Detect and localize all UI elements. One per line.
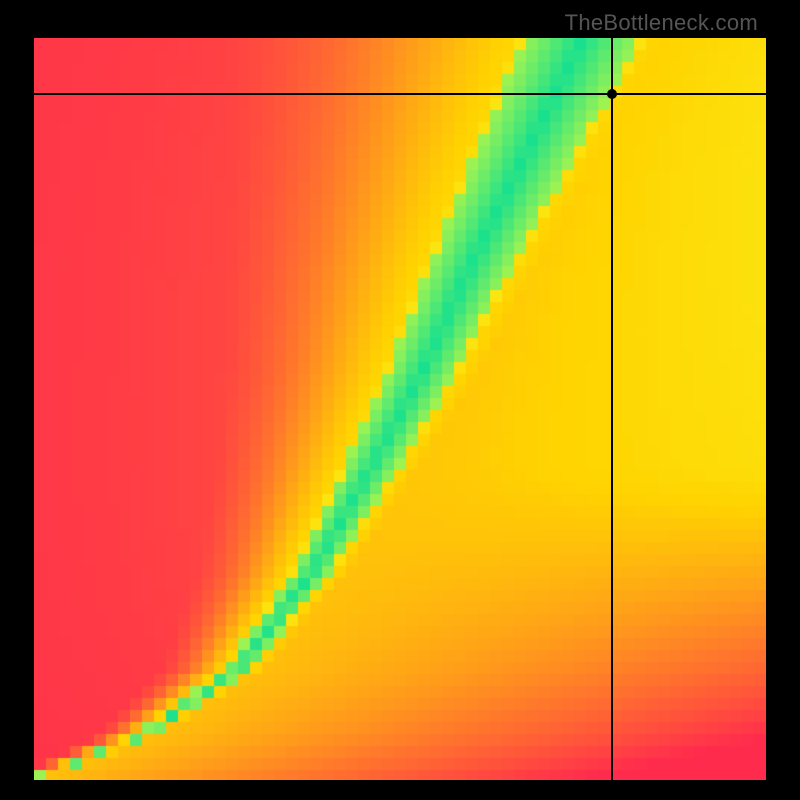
- heatmap-canvas: [34, 38, 766, 780]
- crosshair-vertical: [611, 38, 613, 780]
- marker-point: [607, 89, 617, 99]
- chart-stage: TheBottleneck.com: [0, 0, 800, 800]
- crosshair-horizontal: [34, 93, 766, 95]
- watermark-text: TheBottleneck.com: [565, 10, 758, 36]
